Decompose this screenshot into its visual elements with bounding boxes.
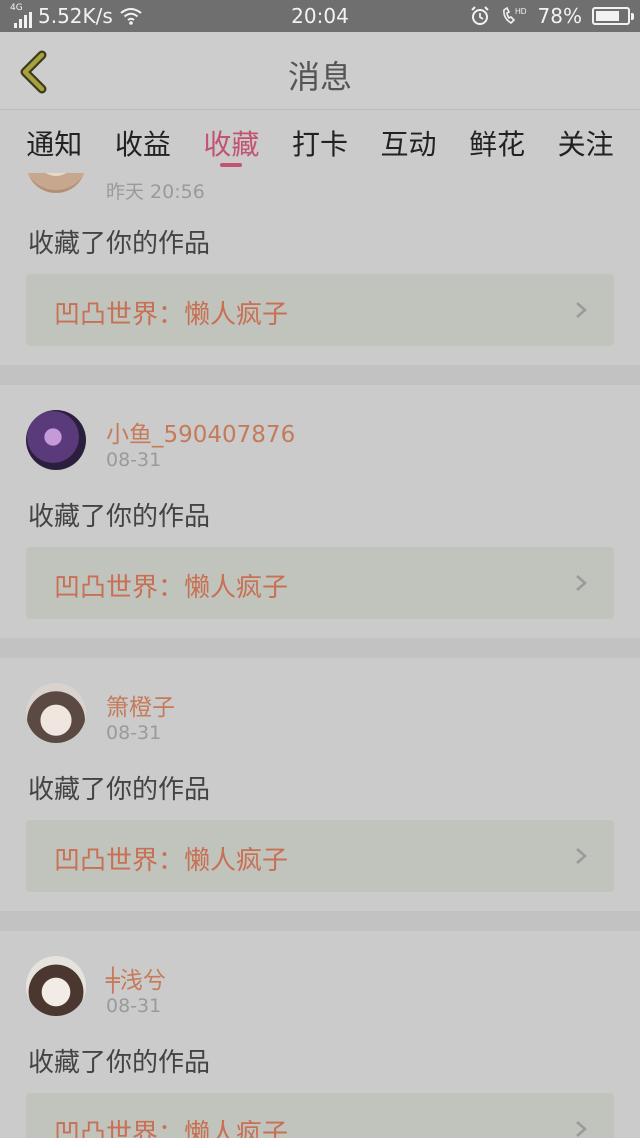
item-time: 昨天 20:56 <box>106 181 205 203</box>
status-bar: 4G 5.52K/s 20:04 HD 78% <box>0 0 640 32</box>
work-title: 凹凸世界：懒人疯子 <box>54 1119 289 1138</box>
username[interactable]: ╪浅兮 <box>106 961 166 995</box>
tab-earnings[interactable]: 收益 <box>115 111 171 173</box>
work-title: 凹凸世界：懒人疯子 <box>54 846 289 876</box>
tab-checkin[interactable]: 打卡 <box>292 111 348 173</box>
page-title: 消息 <box>287 58 352 96</box>
work-card[interactable]: 凹凸世界：懒人疯子 <box>26 274 614 346</box>
list-item[interactable]: 箫橙子 08-31 收藏了你的作品 凹凸世界：懒人疯子 <box>0 658 640 911</box>
avatar[interactable] <box>26 683 86 743</box>
chevron-right-icon <box>576 1121 587 1137</box>
favorites-feed: 昨天 20:56 收藏了你的作品 凹凸世界：懒人疯子 小鱼_590407876 … <box>0 173 640 1138</box>
tab-notifications[interactable]: 通知 <box>26 111 82 173</box>
item-time: 08-31 <box>106 995 162 1017</box>
battery-level <box>596 11 620 21</box>
chevron-right-icon <box>576 575 587 591</box>
chevron-right-icon <box>576 302 587 318</box>
list-item[interactable]: 小鱼_590407876 08-31 收藏了你的作品 凹凸世界：懒人疯子 <box>0 385 640 638</box>
work-card[interactable]: 凹凸世界：懒人疯子 <box>26 1093 614 1138</box>
tab-following[interactable]: 关注 <box>558 111 614 173</box>
action-text: 收藏了你的作品 <box>28 502 211 532</box>
tab-bar: 通知 收益 收藏 打卡 互动 鲜花 关注 <box>0 111 640 173</box>
work-title: 凹凸世界：懒人疯子 <box>54 573 289 603</box>
header: 消息 <box>0 32 640 110</box>
work-card[interactable]: 凹凸世界：懒人疯子 <box>26 820 614 892</box>
username[interactable]: 小鱼_590407876 <box>106 415 295 449</box>
tab-favorites[interactable]: 收藏 <box>203 111 259 173</box>
status-right: HD 78% <box>470 4 634 28</box>
work-title: 凹凸世界：懒人疯子 <box>54 300 289 330</box>
action-text: 收藏了你的作品 <box>28 229 211 259</box>
divider <box>0 638 640 658</box>
work-card[interactable]: 凹凸世界：懒人疯子 <box>26 547 614 619</box>
tab-interactions[interactable]: 互动 <box>381 111 437 173</box>
chevron-right-icon <box>576 848 587 864</box>
username[interactable]: 箫橙子 <box>106 688 175 722</box>
avatar[interactable] <box>26 410 86 470</box>
avatar[interactable] <box>26 956 86 1016</box>
action-text: 收藏了你的作品 <box>28 1048 211 1078</box>
alarm-icon <box>470 6 489 25</box>
svg-text:HD: HD <box>515 7 527 16</box>
battery-text: 78% <box>537 4 582 28</box>
item-time: 08-31 <box>106 722 162 744</box>
divider <box>0 365 640 385</box>
hd-call-icon: HD <box>502 6 527 25</box>
avatar[interactable] <box>26 173 86 193</box>
item-time: 08-31 <box>106 449 162 471</box>
battery-icon <box>592 7 634 25</box>
list-item[interactable]: 昨天 20:56 收藏了你的作品 凹凸世界：懒人疯子 <box>0 173 640 365</box>
tab-flowers[interactable]: 鲜花 <box>469 111 525 173</box>
list-item[interactable]: ╪浅兮 08-31 收藏了你的作品 凹凸世界：懒人疯子 <box>0 931 640 1138</box>
divider <box>0 911 640 931</box>
action-text: 收藏了你的作品 <box>28 775 211 805</box>
